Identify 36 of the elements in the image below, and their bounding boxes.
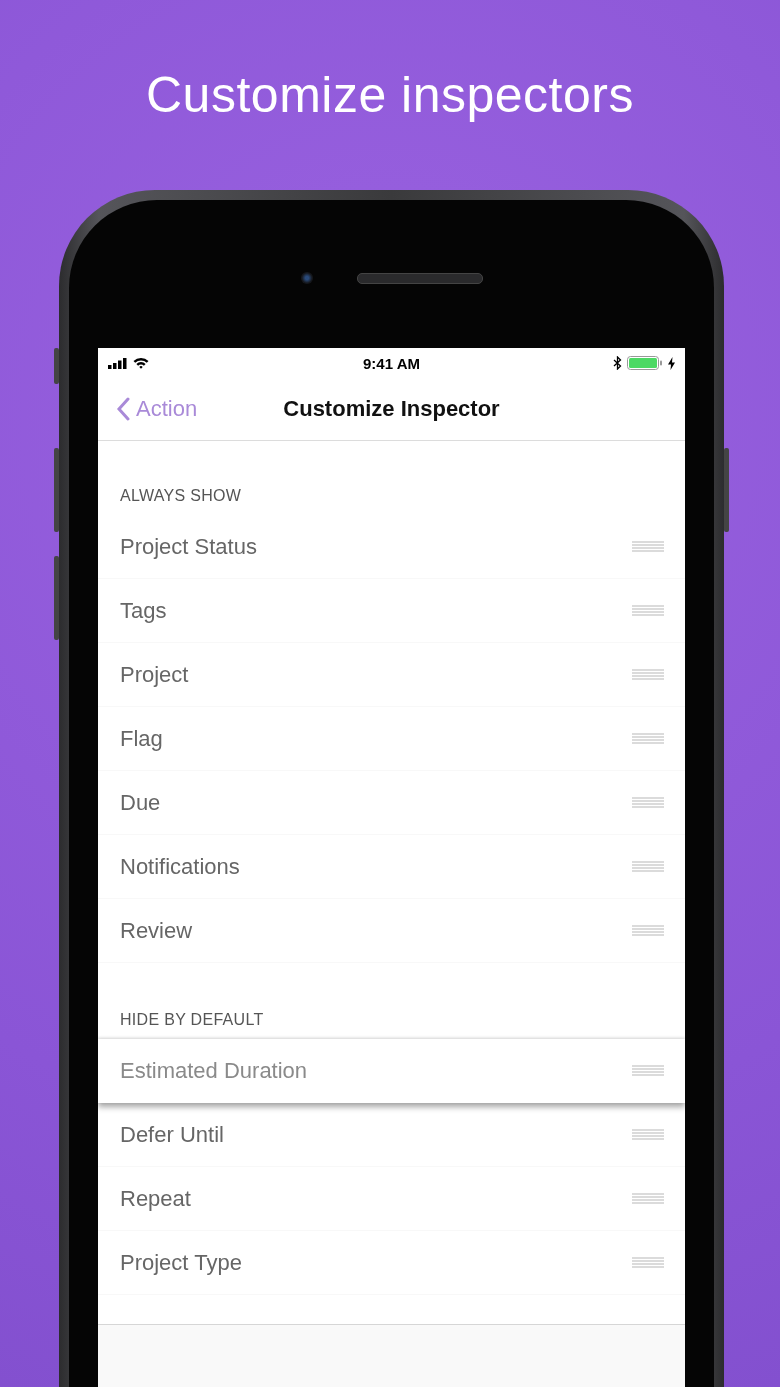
row-label: Notifications (120, 853, 240, 880)
drag-handle-icon[interactable] (632, 669, 664, 680)
row-label: Repeat (120, 1185, 191, 1212)
row-label: Tags (120, 597, 167, 624)
drag-handle-icon[interactable] (632, 1257, 664, 1268)
row-label: Project Type (120, 1249, 242, 1276)
drag-handle-icon[interactable] (632, 733, 664, 744)
drag-handle-icon[interactable] (632, 1065, 664, 1076)
drag-handle-icon[interactable] (632, 925, 664, 936)
drag-handle-icon[interactable] (632, 797, 664, 808)
drag-handle-icon[interactable] (632, 861, 664, 872)
drag-handle-icon[interactable] (632, 541, 664, 552)
screen-title: Customize Inspector (283, 396, 500, 422)
row-label: Flag (120, 725, 163, 752)
headline: Customize inspectors (146, 66, 634, 125)
bluetooth-icon (613, 356, 622, 370)
drag-handle-icon[interactable] (632, 605, 664, 616)
row-label: Due (120, 789, 161, 816)
chevron-left-icon (116, 397, 130, 421)
row-label: Review (120, 917, 193, 944)
row-label: Project Status (120, 533, 257, 560)
section-header: HIDE BY DEFAULT (119, 1010, 265, 1030)
row-label: Defer Until (120, 1121, 224, 1148)
signal-icon (108, 357, 128, 369)
status-time: 9:41 AM (363, 354, 420, 372)
charging-icon (668, 356, 675, 370)
wifi-icon (133, 357, 149, 369)
section-header: ALWAYS SHOW (119, 486, 243, 506)
drag-handle-icon[interactable] (632, 1193, 664, 1204)
dragged-row[interactable]: Estimated Duration (98, 1039, 685, 1103)
row-label: Estimated Duration (120, 1057, 308, 1084)
speaker-icon (356, 272, 483, 284)
row-label: Project (120, 661, 189, 688)
camera-icon (300, 272, 313, 284)
drag-handle-icon[interactable] (632, 1129, 664, 1140)
battery-icon (627, 356, 663, 370)
